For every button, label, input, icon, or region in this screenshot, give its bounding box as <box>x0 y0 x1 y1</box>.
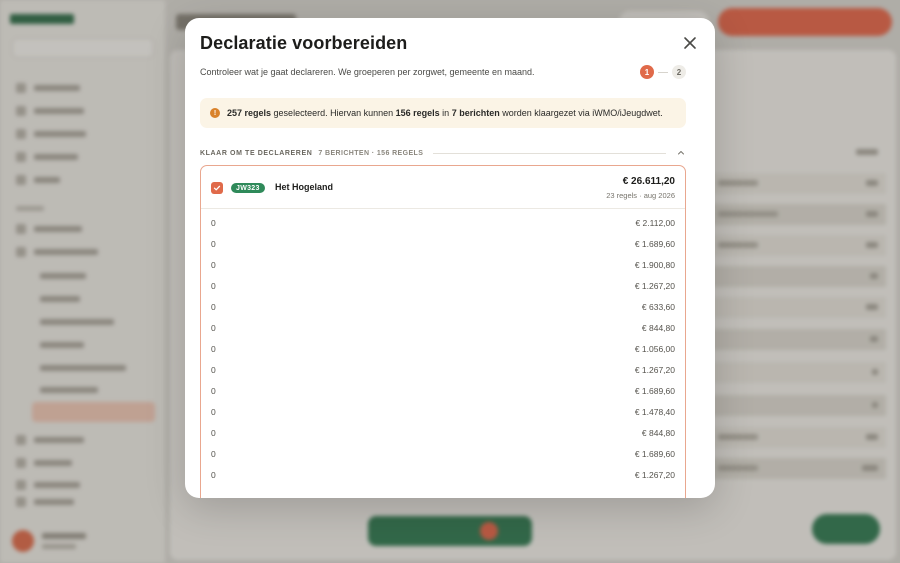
section-divider <box>433 152 666 154</box>
row-amount: € 1.689,60 <box>634 448 675 459</box>
check-icon <box>213 185 221 191</box>
row-amount: € 1.267,20 <box>634 280 675 291</box>
step-1: 1 <box>640 65 654 79</box>
row-count: 0 <box>211 469 216 480</box>
row-count: 0 <box>211 427 216 438</box>
section-title: KLAAR OM TE DECLAREREN <box>200 149 313 157</box>
row-amount: € 844,80 <box>641 322 675 333</box>
close-icon[interactable] <box>681 34 699 52</box>
chevron-up-icon[interactable] <box>676 148 686 158</box>
row-amount: € 633,60 <box>641 301 675 312</box>
step-indicator: 1 2 <box>640 65 686 79</box>
table-row[interactable]: 0 € 1.689,60 <box>201 443 685 464</box>
row-count: 0 <box>211 217 216 228</box>
row-count: 0 <box>211 238 216 249</box>
table-row[interactable]: 0 € 1.689,60 <box>201 233 685 254</box>
row-amount: € 1.056,00 <box>634 343 675 354</box>
row-count: 0 <box>211 364 216 375</box>
group-header[interactable]: JW323 Het Hogeland € 26.611,20 23 regels… <box>201 166 685 209</box>
table-row[interactable]: 0 € 1.056,00 <box>201 338 685 359</box>
table-row[interactable]: 0 € 844,80 <box>201 422 685 443</box>
row-amount: € 1.478,40 <box>634 406 675 417</box>
modal-subtitle: Controleer wat je gaat declareren. We gr… <box>200 67 535 77</box>
step-connector <box>658 71 668 73</box>
row-amount: € 1.267,20 <box>634 364 675 375</box>
municipality-name: Het Hogeland <box>275 182 334 192</box>
row-amount: € 844,80 <box>641 427 675 438</box>
row-count: 0 <box>211 343 216 354</box>
group-meta: 23 regels · aug 2026 <box>606 191 675 200</box>
row-amount: € 1.689,60 <box>634 385 675 396</box>
section-meta: 7 BERICHTEN · 156 REGELS <box>318 149 424 157</box>
row-count: 0 <box>211 301 216 312</box>
row-amount: € 2.112,00 <box>635 217 675 228</box>
law-code-badge: JW323 <box>231 183 265 193</box>
group-checkbox[interactable] <box>211 182 223 194</box>
row-count: 0 <box>211 280 216 291</box>
selection-summary-banner: ! 257 regels geselecteerd. Hiervan kunne… <box>200 98 686 128</box>
row-count: 0 <box>211 322 216 333</box>
modal-title: Declaratie voorbereiden <box>200 33 408 53</box>
row-amount: € 1.689,60 <box>634 238 675 249</box>
group-line-list: 0 € 2.112,00 0 € 1.689,60 0 € 1.900,80 0 € 1.26… <box>201 212 685 485</box>
table-row[interactable]: 0 € 1.267,20 <box>201 359 685 380</box>
table-row[interactable]: 0 € 844,80 <box>201 317 685 338</box>
table-row[interactable]: 0 € 633,60 <box>201 296 685 317</box>
section-ready-header[interactable]: KLAAR OM TE DECLAREREN 7 BERICHTEN · 156… <box>200 148 686 158</box>
table-row[interactable]: 0 € 2.112,00 <box>201 212 685 233</box>
row-count: 0 <box>211 448 216 459</box>
table-row[interactable]: 0 € 1.478,40 <box>201 401 685 422</box>
table-row[interactable]: 0 € 1.900,80 <box>201 254 685 275</box>
row-count: 0 <box>211 406 216 417</box>
row-amount: € 1.267,20 <box>634 469 675 480</box>
banner-text: 257 regels geselecteerd. Hiervan kunnen … <box>227 108 663 118</box>
table-row[interactable]: 0 € 1.267,20 <box>201 275 685 296</box>
declaration-modal: Declaratie voorbereiden Controleer wat j… <box>185 18 715 498</box>
step-2: 2 <box>672 65 686 79</box>
declaration-group-card: JW323 Het Hogeland € 26.611,20 23 regels… <box>200 165 686 498</box>
table-row[interactable]: 0 € 1.689,60 <box>201 380 685 401</box>
row-count: 0 <box>211 385 216 396</box>
group-total-amount: € 26.611,20 <box>622 176 675 187</box>
row-amount: € 1.900,80 <box>634 259 675 270</box>
warning-icon: ! <box>210 108 220 118</box>
row-count: 0 <box>211 259 216 270</box>
table-row[interactable]: 0 € 1.267,20 <box>201 464 685 485</box>
